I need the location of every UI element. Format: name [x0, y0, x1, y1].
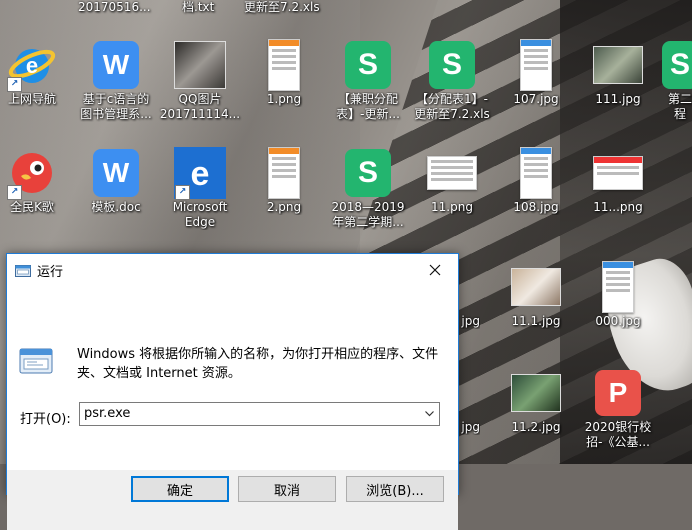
run-dialog-title: 运行 [37, 264, 64, 280]
desktop-icon-label: 2020银行校 招-《公基... [584, 420, 652, 449]
desktop-icon-jpg[interactable]: 111.jpg [576, 38, 660, 107]
desktop-icon-label: 11.png [431, 200, 473, 214]
desktop-icon-wps-doc[interactable]: W 基于c语言的 图书管理系... [74, 38, 158, 122]
desktop-icon-edge[interactable]: e ↗ Microsoft Edge [158, 146, 242, 230]
desktop-icon-jpg[interactable]: 000.jpg [576, 260, 660, 329]
desktop-icon-label: QQ图片 201711114... [159, 92, 241, 121]
desktop-icon-pdf[interactable]: P 2020银行校 招-《公基... [576, 366, 660, 450]
image-thumbnail-icon [520, 147, 552, 199]
command-input[interactable]: psr.exe [84, 406, 130, 421]
open-label: 打开(O): [20, 412, 71, 427]
chevron-down-icon [424, 411, 434, 417]
svg-text:e: e [26, 53, 38, 78]
shortcut-arrow-icon: ↗ [7, 185, 22, 200]
wps-spreadsheet-icon: S [345, 149, 391, 197]
desktop-icon-qq-image[interactable]: QQ图片 201711114... [158, 38, 242, 122]
desktop-icon-png[interactable]: 1.png [242, 38, 326, 107]
desktop-icon-kge[interactable]: ↗ 全民K歌 [0, 146, 74, 215]
close-button[interactable] [412, 254, 458, 286]
desktop-icon-png[interactable]: 11...png [576, 146, 660, 215]
image-thumbnail-icon [593, 156, 643, 190]
desktop-icon-label: Microsoft Edge [172, 200, 228, 229]
desktop-icon-label: 108.jpg [513, 200, 559, 214]
desktop-icon-png[interactable]: 11.png [410, 146, 494, 215]
image-thumbnail-icon [602, 261, 634, 313]
desktop-icon-label-partial[interactable]: 20170516... [78, 0, 151, 15]
shortcut-arrow-icon: ↗ [175, 185, 190, 200]
desktop-icon-jpg[interactable]: 11.2.jpg [494, 366, 578, 435]
desktop-icon-label: 【分配表1】- 更新至7.2.xls [414, 92, 490, 121]
desktop-icon-xls[interactable]: S 第二 程 [650, 38, 692, 122]
ok-button[interactable]: 确定 [131, 476, 229, 502]
desktop-icon-jpg[interactable]: 11.1.jpg [494, 260, 578, 329]
desktop-icon-label: 第二 程 [667, 92, 692, 121]
image-thumbnail-icon [511, 268, 561, 306]
desktop-icon-label: 1.png [266, 92, 302, 106]
image-thumbnail-icon [511, 374, 561, 412]
command-combobox[interactable]: psr.exe [79, 402, 440, 426]
desktop-icon-jpg[interactable]: 108.jpg [494, 146, 578, 215]
wps-writer-icon: W [93, 41, 139, 89]
wps-pdf-icon: P [595, 370, 641, 416]
wps-spreadsheet-icon: S [345, 41, 391, 89]
desktop-icon-label-partial[interactable]: 更新至7.2.xls [244, 0, 320, 15]
image-thumbnail-icon [174, 41, 226, 89]
close-icon [429, 264, 441, 276]
run-dialog: 运行 Windows 将根据你所输入的名称，为你打开相应的程序、文件夹、文档或 … [6, 253, 459, 530]
desktop-icon-jpg[interactable]: 107.jpg [494, 38, 578, 107]
wps-writer-icon: W [93, 149, 139, 197]
run-dialog-footer: 确定 取消 浏览(B)... [7, 470, 458, 530]
svg-text:e: e [191, 155, 210, 191]
desktop-icon-label: 11...png [593, 200, 643, 214]
run-dialog-titlebar[interactable]: 运行 [7, 254, 458, 286]
wps-spreadsheet-icon: S [662, 41, 692, 89]
wps-spreadsheet-icon: S [429, 41, 475, 89]
image-thumbnail-icon [268, 39, 300, 91]
desktop-icon-label: 全民K歌 [10, 200, 54, 214]
desktop-icon-label: 2.png [266, 200, 302, 214]
dropdown-button[interactable] [419, 403, 439, 425]
desktop-icon-xls[interactable]: S 【分配表1】- 更新至7.2.xls [410, 38, 494, 122]
desktop-icon-ie-navigation[interactable]: e ↗ 上网导航 [0, 38, 74, 107]
image-thumbnail-icon [268, 147, 300, 199]
desktop-icon-label: 107.jpg [513, 92, 559, 106]
desktop-icon-label: 上网导航 [7, 92, 56, 106]
desktop-icon-xls[interactable]: S 2018—2019 年第二学期... [326, 146, 410, 230]
cancel-button[interactable]: 取消 [238, 476, 336, 502]
run-icon [15, 263, 31, 277]
browse-button[interactable]: 浏览(B)... [346, 476, 444, 502]
desktop-icon-label: 111.jpg [595, 92, 641, 106]
desktop-icon-label: 11.1.jpg [511, 314, 561, 328]
shortcut-arrow-icon: ↗ [7, 77, 22, 92]
image-thumbnail-icon [593, 46, 643, 84]
run-program-icon [19, 346, 55, 376]
run-dialog-body: Windows 将根据你所输入的名称，为你打开相应的程序、文件夹、文档或 Int… [7, 286, 458, 530]
desktop-icon-doc[interactable]: W 模板.doc [74, 146, 158, 215]
desktop-icon-label: 【兼职分配 表】-更新... [336, 92, 400, 121]
desktop-icon-png[interactable]: 2.png [242, 146, 326, 215]
desktop-icon-xls[interactable]: S 【兼职分配 表】-更新... [326, 38, 410, 122]
image-thumbnail-icon [427, 156, 477, 190]
desktop-icon-label: 11.2.jpg [511, 420, 561, 434]
desktop-icon-label: 2018—2019 年第二学期... [331, 200, 405, 229]
run-dialog-description: Windows 将根据你所输入的名称，为你打开相应的程序、文件夹、文档或 Int… [77, 347, 439, 381]
image-thumbnail-icon [520, 39, 552, 91]
desktop-icon-label: 基于c语言的 图书管理系... [80, 92, 152, 121]
desktop-icon-label: 模板.doc [91, 200, 141, 214]
desktop-icon-label: 000.jpg [595, 314, 641, 328]
desktop-icon-label-partial[interactable]: 档.txt [182, 0, 214, 15]
